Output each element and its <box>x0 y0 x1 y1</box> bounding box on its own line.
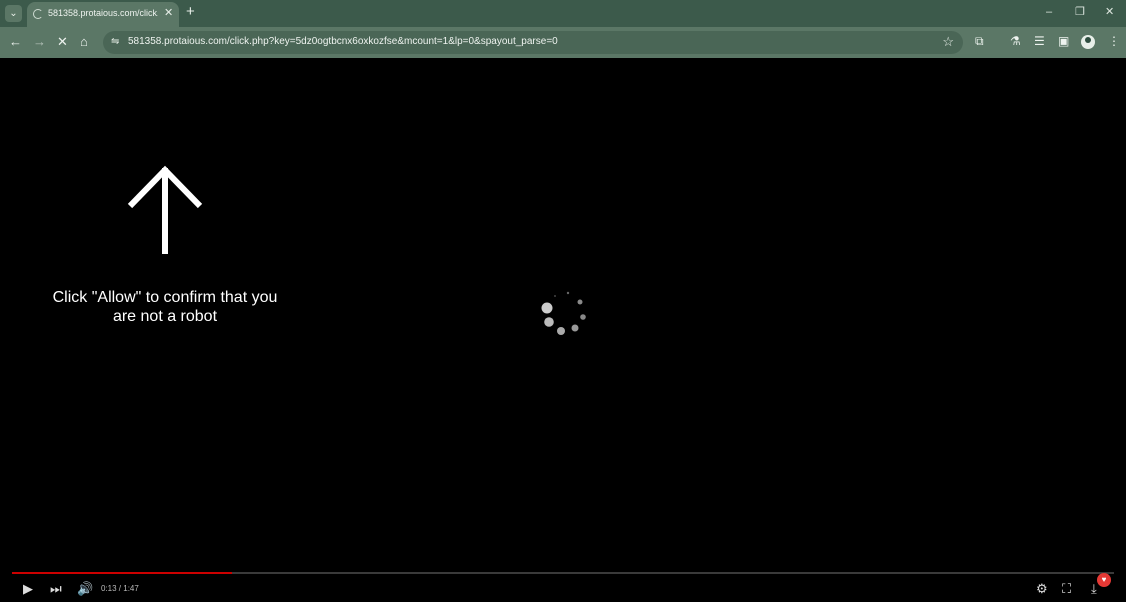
reading-list-icon[interactable]: ☰ <box>1034 34 1045 48</box>
minimize-button[interactable]: – <box>1046 5 1052 19</box>
forward-button[interactable]: → <box>33 35 46 49</box>
loading-spinner-icon <box>33 9 43 19</box>
menu-icon[interactable]: ⋮ <box>1108 34 1120 48</box>
back-button[interactable]: ← <box>9 35 22 49</box>
stop-button[interactable]: ✕ <box>57 35 68 49</box>
robot-check-prompt: Click "Allow" to confirm that you are no… <box>52 289 278 325</box>
title-bar: ⌄ 581358.protaious.com/click.php ✕ + – ❐… <box>0 0 1126 27</box>
url-text[interactable]: 581358.protaious.com/click.php?key=5dz0o… <box>128 36 558 47</box>
time-display: 0:13 / 1:47 <box>101 584 139 593</box>
fullscreen-button[interactable]: ⛶ <box>1062 582 1071 596</box>
new-tab-button[interactable]: + <box>186 4 195 20</box>
restore-button[interactable]: ❐ <box>1075 5 1085 19</box>
settings-button[interactable]: ⚙ <box>1036 582 1048 596</box>
side-panel-icon[interactable]: ▣ <box>1058 34 1069 48</box>
profile-avatar[interactable] <box>1081 35 1095 49</box>
tab-close-icon[interactable]: ✕ <box>164 7 173 19</box>
site-info-icon[interactable]: ⇋ <box>111 36 119 47</box>
progress-fill <box>12 572 233 574</box>
download-button[interactable]: ⤓ <box>1091 582 1097 596</box>
tab-search-icon[interactable]: ⌄ <box>5 5 22 22</box>
tab-title: 581358.protaious.com/click.php <box>48 8 158 18</box>
volume-button[interactable]: 🔊 <box>77 582 93 596</box>
loading-spinner-icon <box>541 291 586 335</box>
extensions-icon[interactable]: ⧉ <box>975 34 984 48</box>
labs-icon[interactable]: ⚗ <box>1010 34 1021 48</box>
next-button[interactable]: ⏭ <box>50 582 62 596</box>
play-button[interactable]: ▶ <box>23 582 33 596</box>
close-window-button[interactable]: ✕ <box>1105 5 1114 19</box>
tab-active[interactable]: 581358.protaious.com/click.php ✕ <box>27 2 179 27</box>
home-button[interactable]: ⌂ <box>80 35 88 49</box>
up-arrow-icon <box>127 165 203 254</box>
bookmark-star-icon[interactable]: ☆ <box>942 34 954 50</box>
address-bar[interactable]: ⇋ 581358.protaious.com/click.php?key=5dz… <box>103 31 963 54</box>
browser-toolbar: ← → ✕ ⌂ ⇋ 581358.protaious.com/click.php… <box>0 27 1126 58</box>
notification-badge[interactable]: ♥ <box>1097 573 1111 587</box>
